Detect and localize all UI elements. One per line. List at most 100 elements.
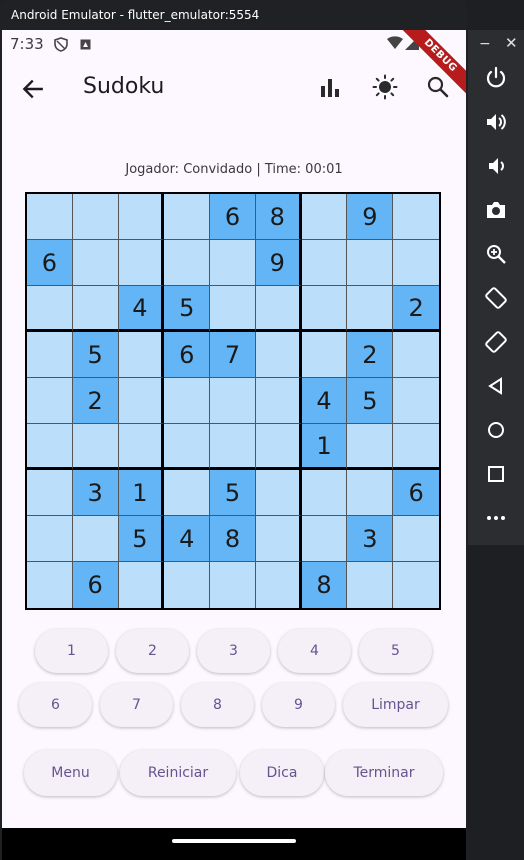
sudoku-cell-r5-c8[interactable]: 5	[347, 378, 394, 424]
arrow-back-icon[interactable]	[20, 76, 46, 102]
home-handle[interactable]	[172, 839, 296, 843]
sudoku-cell-r9-c7[interactable]: 8	[301, 562, 348, 608]
overview-icon[interactable]	[484, 462, 508, 486]
sudoku-cell-r7-c4[interactable]	[164, 470, 211, 516]
number-button-8[interactable]: 8	[181, 683, 254, 727]
sudoku-cell-r6-c1[interactable]	[27, 424, 73, 470]
volume-down-icon[interactable]	[484, 154, 508, 178]
number-button-4[interactable]: 4	[278, 629, 351, 673]
sudoku-cell-r6-c9[interactable]	[393, 424, 439, 470]
rotate-right-icon[interactable]	[484, 330, 508, 354]
sudoku-cell-r2-c7[interactable]	[301, 240, 348, 286]
sudoku-cell-r8-c9[interactable]	[393, 516, 439, 562]
sudoku-cell-r8-c5[interactable]: 8	[210, 516, 256, 562]
sudoku-cell-r7-c2[interactable]: 3	[72, 470, 119, 516]
number-button-1[interactable]: 1	[35, 629, 108, 673]
number-button-3[interactable]: 3	[197, 629, 270, 673]
sudoku-cell-r4-c3[interactable]	[118, 332, 165, 378]
sudoku-cell-r5-c4[interactable]	[164, 378, 211, 424]
sudoku-cell-r2-c9[interactable]	[393, 240, 439, 286]
sudoku-cell-r5-c5[interactable]	[210, 378, 256, 424]
sudoku-cell-r1-c1[interactable]	[27, 194, 73, 240]
number-button-2[interactable]: 2	[116, 629, 189, 673]
sudoku-cell-r7-c9[interactable]: 6	[393, 470, 439, 516]
sudoku-cell-r6-c6[interactable]	[255, 424, 302, 470]
sudoku-cell-r5-c2[interactable]: 2	[72, 378, 119, 424]
sudoku-cell-r2-c8[interactable]	[347, 240, 394, 286]
sudoku-cell-r1-c6[interactable]: 8	[255, 194, 302, 240]
camera-icon[interactable]	[484, 198, 508, 222]
sudoku-cell-r1-c7[interactable]	[301, 194, 348, 240]
sudoku-cell-r6-c5[interactable]	[210, 424, 256, 470]
sudoku-cell-r4-c5[interactable]: 7	[210, 332, 256, 378]
sudoku-cell-r5-c7[interactable]: 4	[301, 378, 348, 424]
sudoku-cell-r3-c5[interactable]	[210, 286, 256, 332]
sudoku-cell-r2-c4[interactable]	[164, 240, 211, 286]
sudoku-cell-r9-c1[interactable]	[27, 562, 73, 608]
sudoku-cell-r3-c8[interactable]	[347, 286, 394, 332]
sudoku-cell-r7-c5[interactable]: 5	[210, 470, 256, 516]
rotate-left-icon[interactable]	[484, 286, 508, 310]
sudoku-cell-r8-c1[interactable]	[27, 516, 73, 562]
sudoku-cell-r3-c3[interactable]: 4	[118, 286, 165, 332]
sudoku-cell-r4-c8[interactable]: 2	[347, 332, 394, 378]
sudoku-cell-r2-c2[interactable]	[72, 240, 119, 286]
sudoku-cell-r3-c1[interactable]	[27, 286, 73, 332]
sudoku-cell-r8-c3[interactable]: 5	[118, 516, 165, 562]
sudoku-cell-r8-c7[interactable]	[301, 516, 348, 562]
sudoku-cell-r9-c8[interactable]	[347, 562, 394, 608]
finish-button[interactable]: Terminar	[325, 750, 443, 796]
sudoku-cell-r4-c6[interactable]	[255, 332, 302, 378]
sudoku-cell-r8-c2[interactable]	[72, 516, 119, 562]
sudoku-cell-r5-c6[interactable]	[255, 378, 302, 424]
power-icon[interactable]	[484, 66, 508, 90]
minimize-button[interactable]: −	[479, 36, 491, 52]
hint-button[interactable]: Dica	[240, 750, 324, 796]
sudoku-cell-r2-c3[interactable]	[118, 240, 165, 286]
sudoku-cell-r3-c9[interactable]: 2	[393, 286, 439, 332]
sudoku-cell-r7-c1[interactable]	[27, 470, 73, 516]
sudoku-cell-r3-c4[interactable]: 5	[164, 286, 211, 332]
sudoku-cell-r9-c5[interactable]	[210, 562, 256, 608]
number-button-6[interactable]: 6	[19, 683, 92, 727]
brightness-icon[interactable]	[372, 74, 398, 100]
sudoku-cell-r4-c7[interactable]	[301, 332, 348, 378]
sudoku-cell-r3-c6[interactable]	[255, 286, 302, 332]
sudoku-cell-r8-c8[interactable]: 3	[347, 516, 394, 562]
sudoku-cell-r4-c1[interactable]	[27, 332, 73, 378]
sudoku-cell-r1-c3[interactable]	[118, 194, 165, 240]
sudoku-cell-r1-c2[interactable]	[72, 194, 119, 240]
sudoku-cell-r3-c7[interactable]	[301, 286, 348, 332]
sudoku-cell-r2-c1[interactable]: 6	[27, 240, 73, 286]
sudoku-cell-r3-c2[interactable]	[72, 286, 119, 332]
home-icon[interactable]	[484, 418, 508, 442]
number-button-7[interactable]: 7	[100, 683, 173, 727]
sudoku-cell-r1-c9[interactable]	[393, 194, 439, 240]
sudoku-cell-r9-c4[interactable]	[164, 562, 211, 608]
sudoku-cell-r4-c2[interactable]: 5	[72, 332, 119, 378]
sudoku-cell-r1-c8[interactable]: 9	[347, 194, 394, 240]
sudoku-cell-r6-c8[interactable]	[347, 424, 394, 470]
restart-button[interactable]: Reiniciar	[120, 750, 236, 796]
sudoku-cell-r2-c6[interactable]: 9	[255, 240, 302, 286]
sudoku-cell-r8-c4[interactable]: 4	[164, 516, 211, 562]
sudoku-cell-r1-c4[interactable]	[164, 194, 211, 240]
sudoku-cell-r5-c1[interactable]	[27, 378, 73, 424]
sudoku-cell-r7-c6[interactable]	[255, 470, 302, 516]
sudoku-cell-r4-c4[interactable]: 6	[164, 332, 211, 378]
sudoku-cell-r9-c9[interactable]	[393, 562, 439, 608]
number-button-9[interactable]: 9	[262, 683, 335, 727]
sudoku-cell-r6-c3[interactable]	[118, 424, 165, 470]
number-button-5[interactable]: 5	[359, 629, 432, 673]
sudoku-cell-r8-c6[interactable]	[255, 516, 302, 562]
close-button[interactable]: ✕	[505, 34, 518, 52]
sudoku-cell-r4-c9[interactable]	[393, 332, 439, 378]
sudoku-cell-r2-c5[interactable]	[210, 240, 256, 286]
sudoku-cell-r7-c3[interactable]: 1	[118, 470, 165, 516]
clear-button[interactable]: Limpar	[343, 683, 448, 727]
sudoku-cell-r6-c7[interactable]: 1	[301, 424, 348, 470]
sudoku-cell-r7-c7[interactable]	[301, 470, 348, 516]
sudoku-cell-r9-c2[interactable]: 6	[72, 562, 119, 608]
sudoku-cell-r5-c9[interactable]	[393, 378, 439, 424]
sudoku-cell-r9-c6[interactable]	[255, 562, 302, 608]
